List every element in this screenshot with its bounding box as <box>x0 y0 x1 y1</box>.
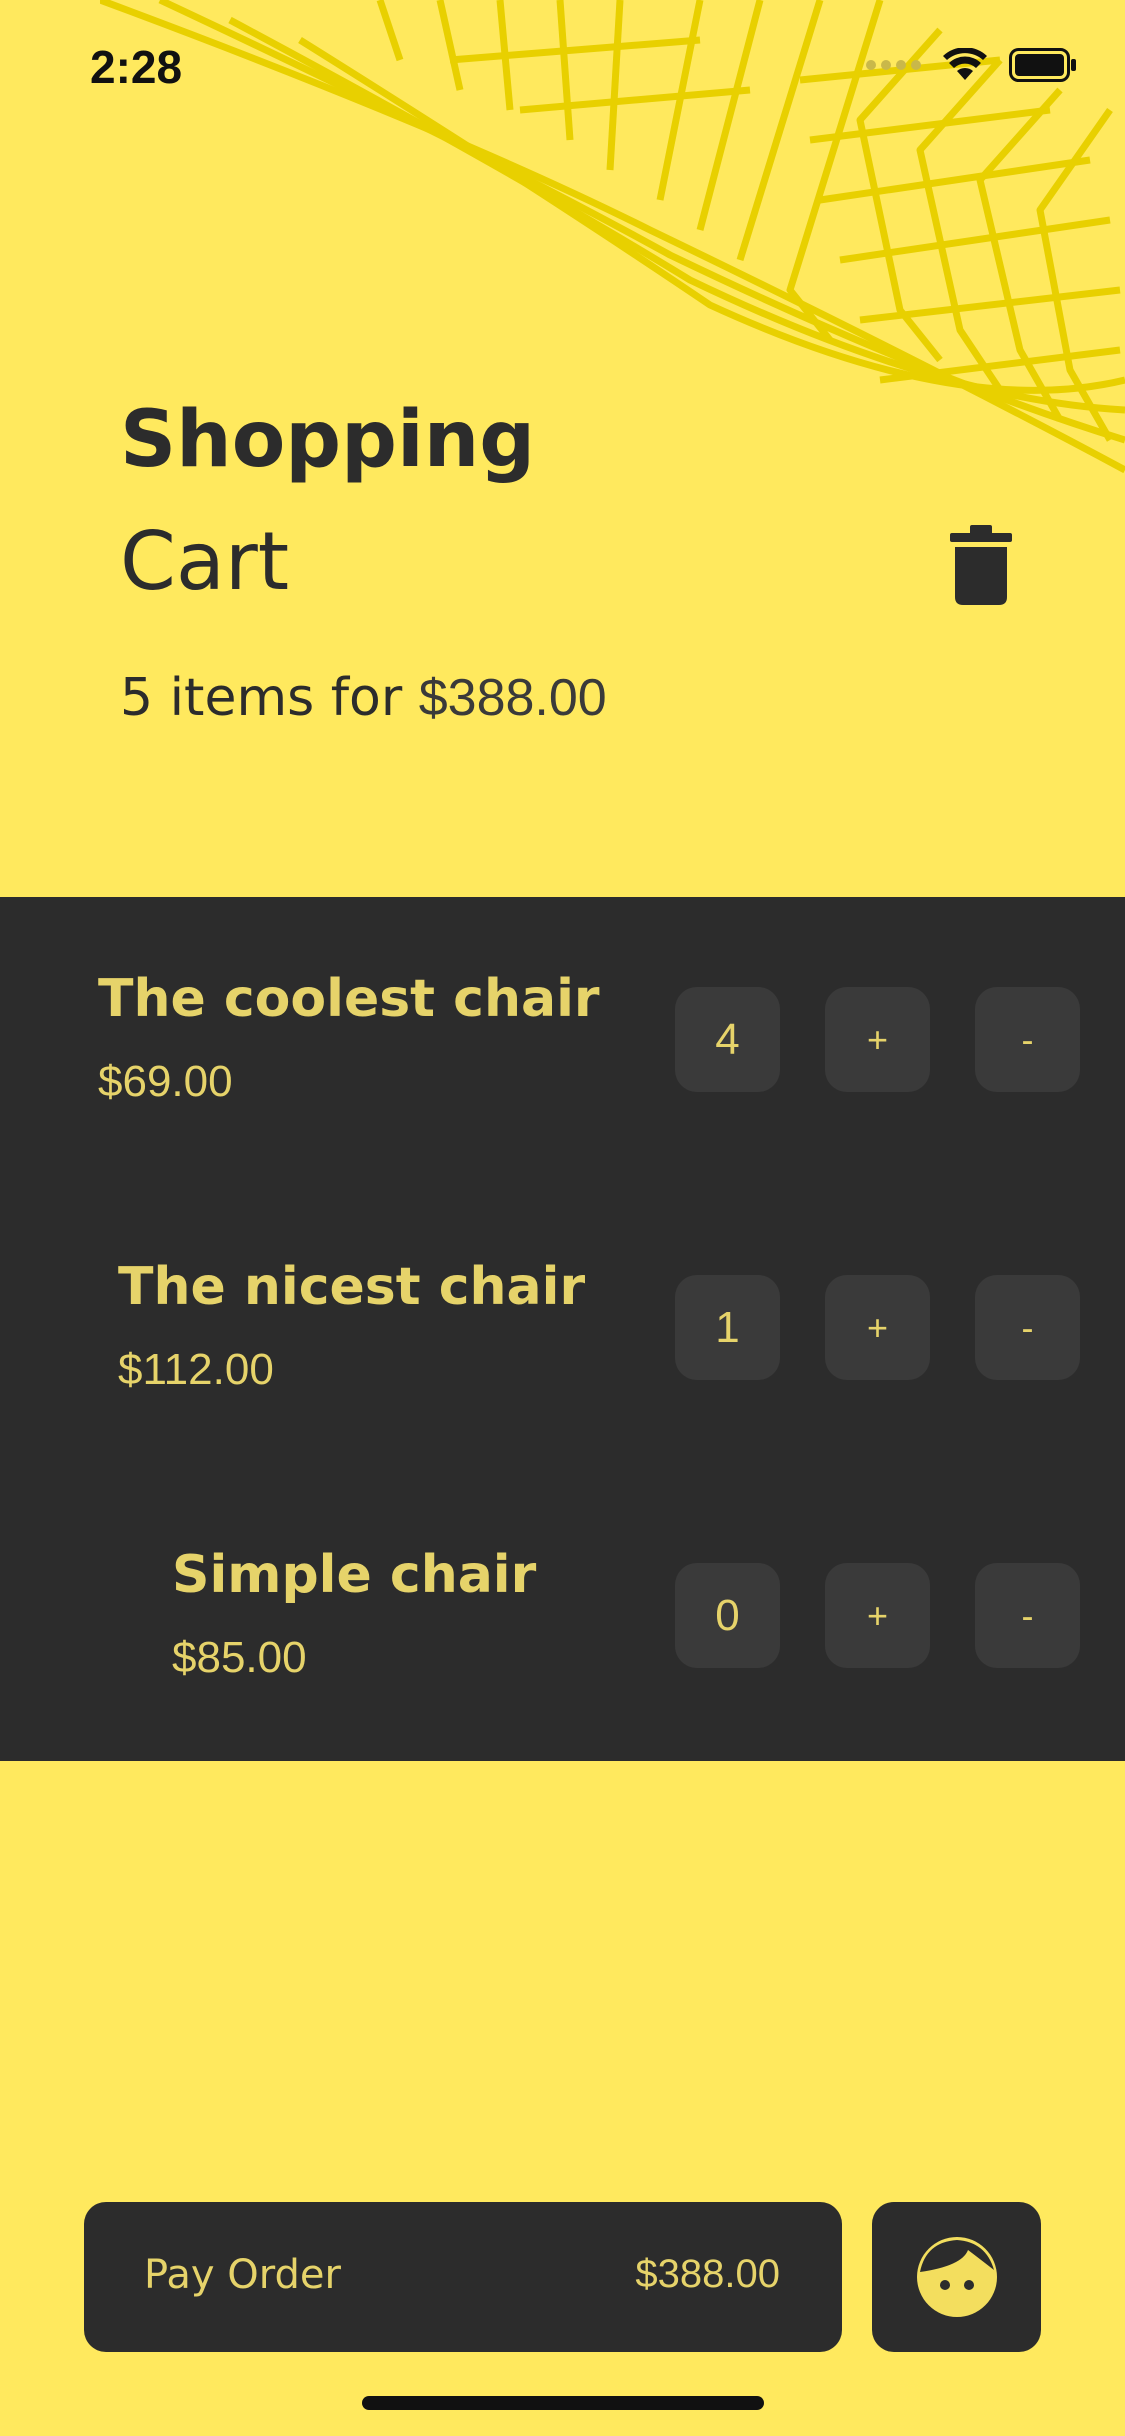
cart-summary-total: $388.00 <box>418 669 607 727</box>
status-icons <box>866 48 1077 82</box>
pay-order-button[interactable]: Pay Order $388.00 <box>84 2202 842 2352</box>
list-item: The coolest chair $69.00 4 + - <box>0 897 1125 1185</box>
list-item: Simple chair $85.00 0 + - <box>0 1473 1125 1761</box>
list-item: The nicest chair $112.00 1 + - <box>0 1185 1125 1473</box>
item-price: $69.00 <box>98 1057 233 1106</box>
item-price: $85.00 <box>172 1633 307 1682</box>
item-name: The coolest chair <box>98 969 600 1029</box>
battery-icon <box>1009 48 1076 82</box>
profile-button[interactable] <box>872 2202 1041 2352</box>
increase-button[interactable]: + <box>825 1563 930 1668</box>
item-name: Simple chair <box>172 1545 537 1605</box>
decrease-button[interactable]: - <box>975 1275 1080 1380</box>
status-time: 2:28 <box>90 41 183 93</box>
decrease-button[interactable]: - <box>975 987 1080 1092</box>
status-bar: 2:28 <box>0 0 1125 140</box>
cellular-icon <box>866 60 921 70</box>
decrease-button[interactable]: - <box>975 1563 1080 1668</box>
page-subtitle: Cart <box>120 515 290 608</box>
page-title: Shopping <box>120 395 536 485</box>
cart-summary: 5 items for $388.00 <box>120 668 607 728</box>
increase-button[interactable]: + <box>825 987 930 1092</box>
cart-list: The coolest chair $69.00 4 + - The nices… <box>0 897 1125 1761</box>
increase-button[interactable]: + <box>825 1275 930 1380</box>
item-price: $112.00 <box>118 1345 274 1394</box>
quantity-display: 0 <box>675 1563 780 1668</box>
quantity-display: 4 <box>675 987 780 1092</box>
trash-icon[interactable] <box>950 525 1012 605</box>
pay-order-amount: $388.00 <box>635 2252 780 2296</box>
pay-order-label: Pay Order <box>144 2252 341 2298</box>
wifi-icon <box>943 48 987 80</box>
home-indicator <box>362 2396 764 2410</box>
face-icon <box>916 2237 997 2317</box>
cart-summary-count: 5 items for <box>120 668 403 728</box>
item-name: The nicest chair <box>118 1257 586 1317</box>
quantity-display: 1 <box>675 1275 780 1380</box>
